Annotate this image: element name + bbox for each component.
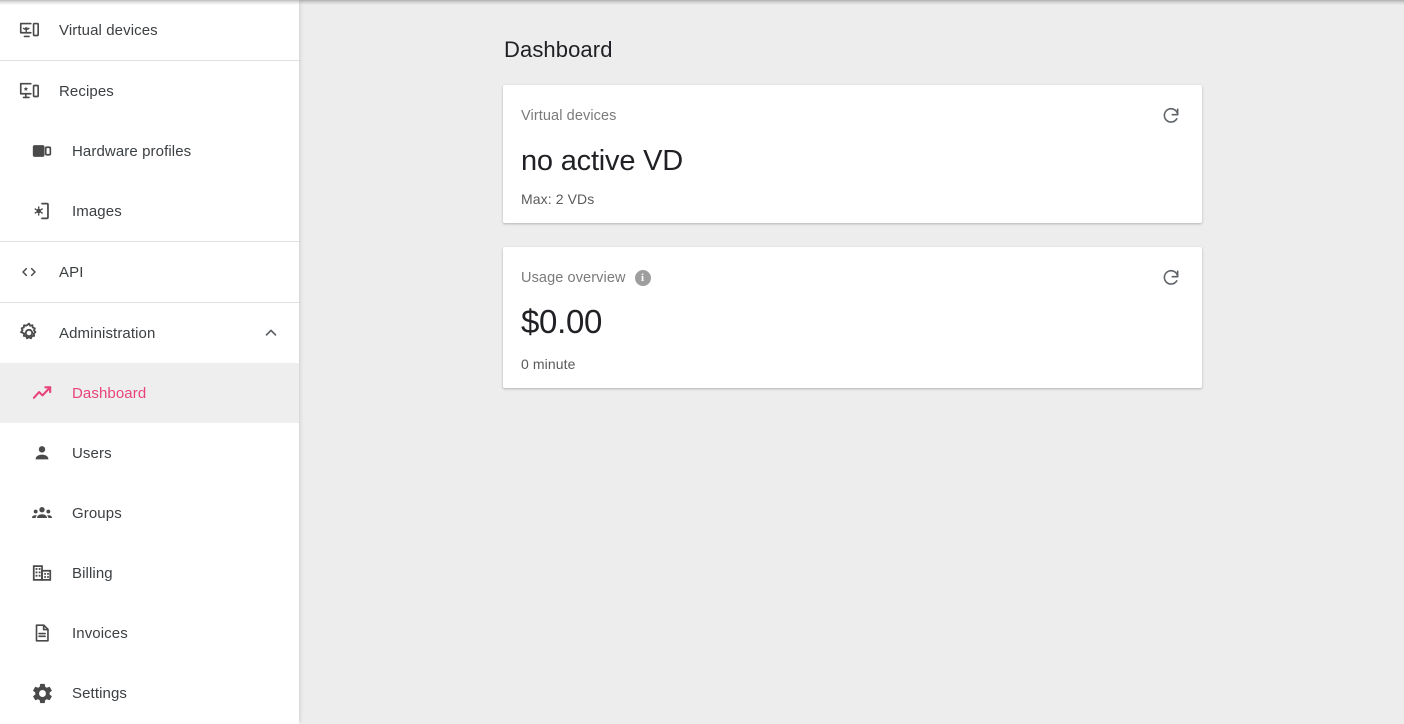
sidebar-item-label: Recipes [59,83,114,100]
trending-up-icon [30,381,54,405]
hardware-profiles-icon [30,139,54,163]
groups-icon [30,501,54,525]
card-header: Virtual devices [521,103,1184,129]
sidebar-item-administration[interactable]: Administration [0,303,299,363]
card-subtitle: 0 minute [521,356,1184,372]
recipes-icon [16,79,42,103]
sidebar-item-label: Administration [59,325,155,342]
chevron-up-icon[interactable] [259,321,283,345]
sidebar-item-groups[interactable]: Groups [0,483,299,543]
sidebar-item-api[interactable]: API [0,242,299,302]
sidebar-item-label: Virtual devices [59,22,158,39]
refresh-icon [1161,105,1181,128]
sidebar-item-label: Billing [72,565,113,582]
sidebar-item-recipes[interactable]: Recipes [0,61,299,121]
app-root: Virtual devices Recipes Hardware profiles I… [0,0,1404,724]
sidebar-item-hardware-profiles[interactable]: Hardware profiles [0,121,299,181]
sidebar-item-users[interactable]: Users [0,423,299,483]
settings-gear-icon [30,681,54,705]
card-title: Virtual devices [521,108,617,124]
card-header: Usage overview i [521,265,1184,291]
refresh-button[interactable] [1158,103,1184,129]
sidebar-item-label: Dashboard [72,385,146,402]
info-icon[interactable]: i [635,270,651,286]
sidebar-item-dashboard[interactable]: Dashboard [0,363,299,423]
sidebar-group: API [0,242,299,302]
sidebar-item-label: Settings [72,685,127,702]
sidebar-group: Virtual devices [0,0,299,60]
sidebar-item-images[interactable]: Images [0,181,299,241]
sidebar-item-settings[interactable]: Settings [0,663,299,723]
sidebar-nav: Virtual devices Recipes Hardware profiles I… [0,0,299,724]
card-usage-overview: Usage overview i $0.00 0 minute [503,247,1202,388]
card-virtual-devices: Virtual devices no active VD Max: 2 VDs [503,85,1202,223]
card-subtitle: Max: 2 VDs [521,191,1184,207]
sidebar-item-label: Groups [72,505,122,522]
card-title: Usage overview [521,270,626,286]
code-brackets-icon [16,260,42,284]
card-value: $0.00 [521,305,1184,340]
sidebar-item-label: Hardware profiles [72,143,191,160]
sidebar-item-virtual-devices[interactable]: Virtual devices [0,0,299,60]
virtual-devices-icon [16,18,42,42]
main-content: Dashboard Virtual devices no active VD Max… [299,0,1404,724]
dashboard-cards: Virtual devices no active VD Max: 2 VDs Usa… [299,63,1404,388]
refresh-icon [1161,267,1181,290]
images-icon [30,199,54,223]
card-value: no active VD [521,146,1184,176]
person-icon [30,441,54,465]
sidebar-item-billing[interactable]: Billing [0,543,299,603]
sidebar-item-invoices[interactable]: Invoices [0,603,299,663]
refresh-button[interactable] [1158,265,1184,291]
sidebar-item-label: API [59,264,83,281]
building-icon [30,561,54,585]
sidebar-item-label: Users [72,445,112,462]
document-icon [30,621,54,645]
page-title: Dashboard [299,0,1404,63]
sidebar-group: Administration Dashboard Users Groups Billin… [0,303,299,723]
sidebar-item-label: Invoices [72,625,128,642]
gear-icon [16,321,42,345]
sidebar-item-label: Images [72,203,122,220]
sidebar-group: Recipes Hardware profiles Images [0,61,299,241]
